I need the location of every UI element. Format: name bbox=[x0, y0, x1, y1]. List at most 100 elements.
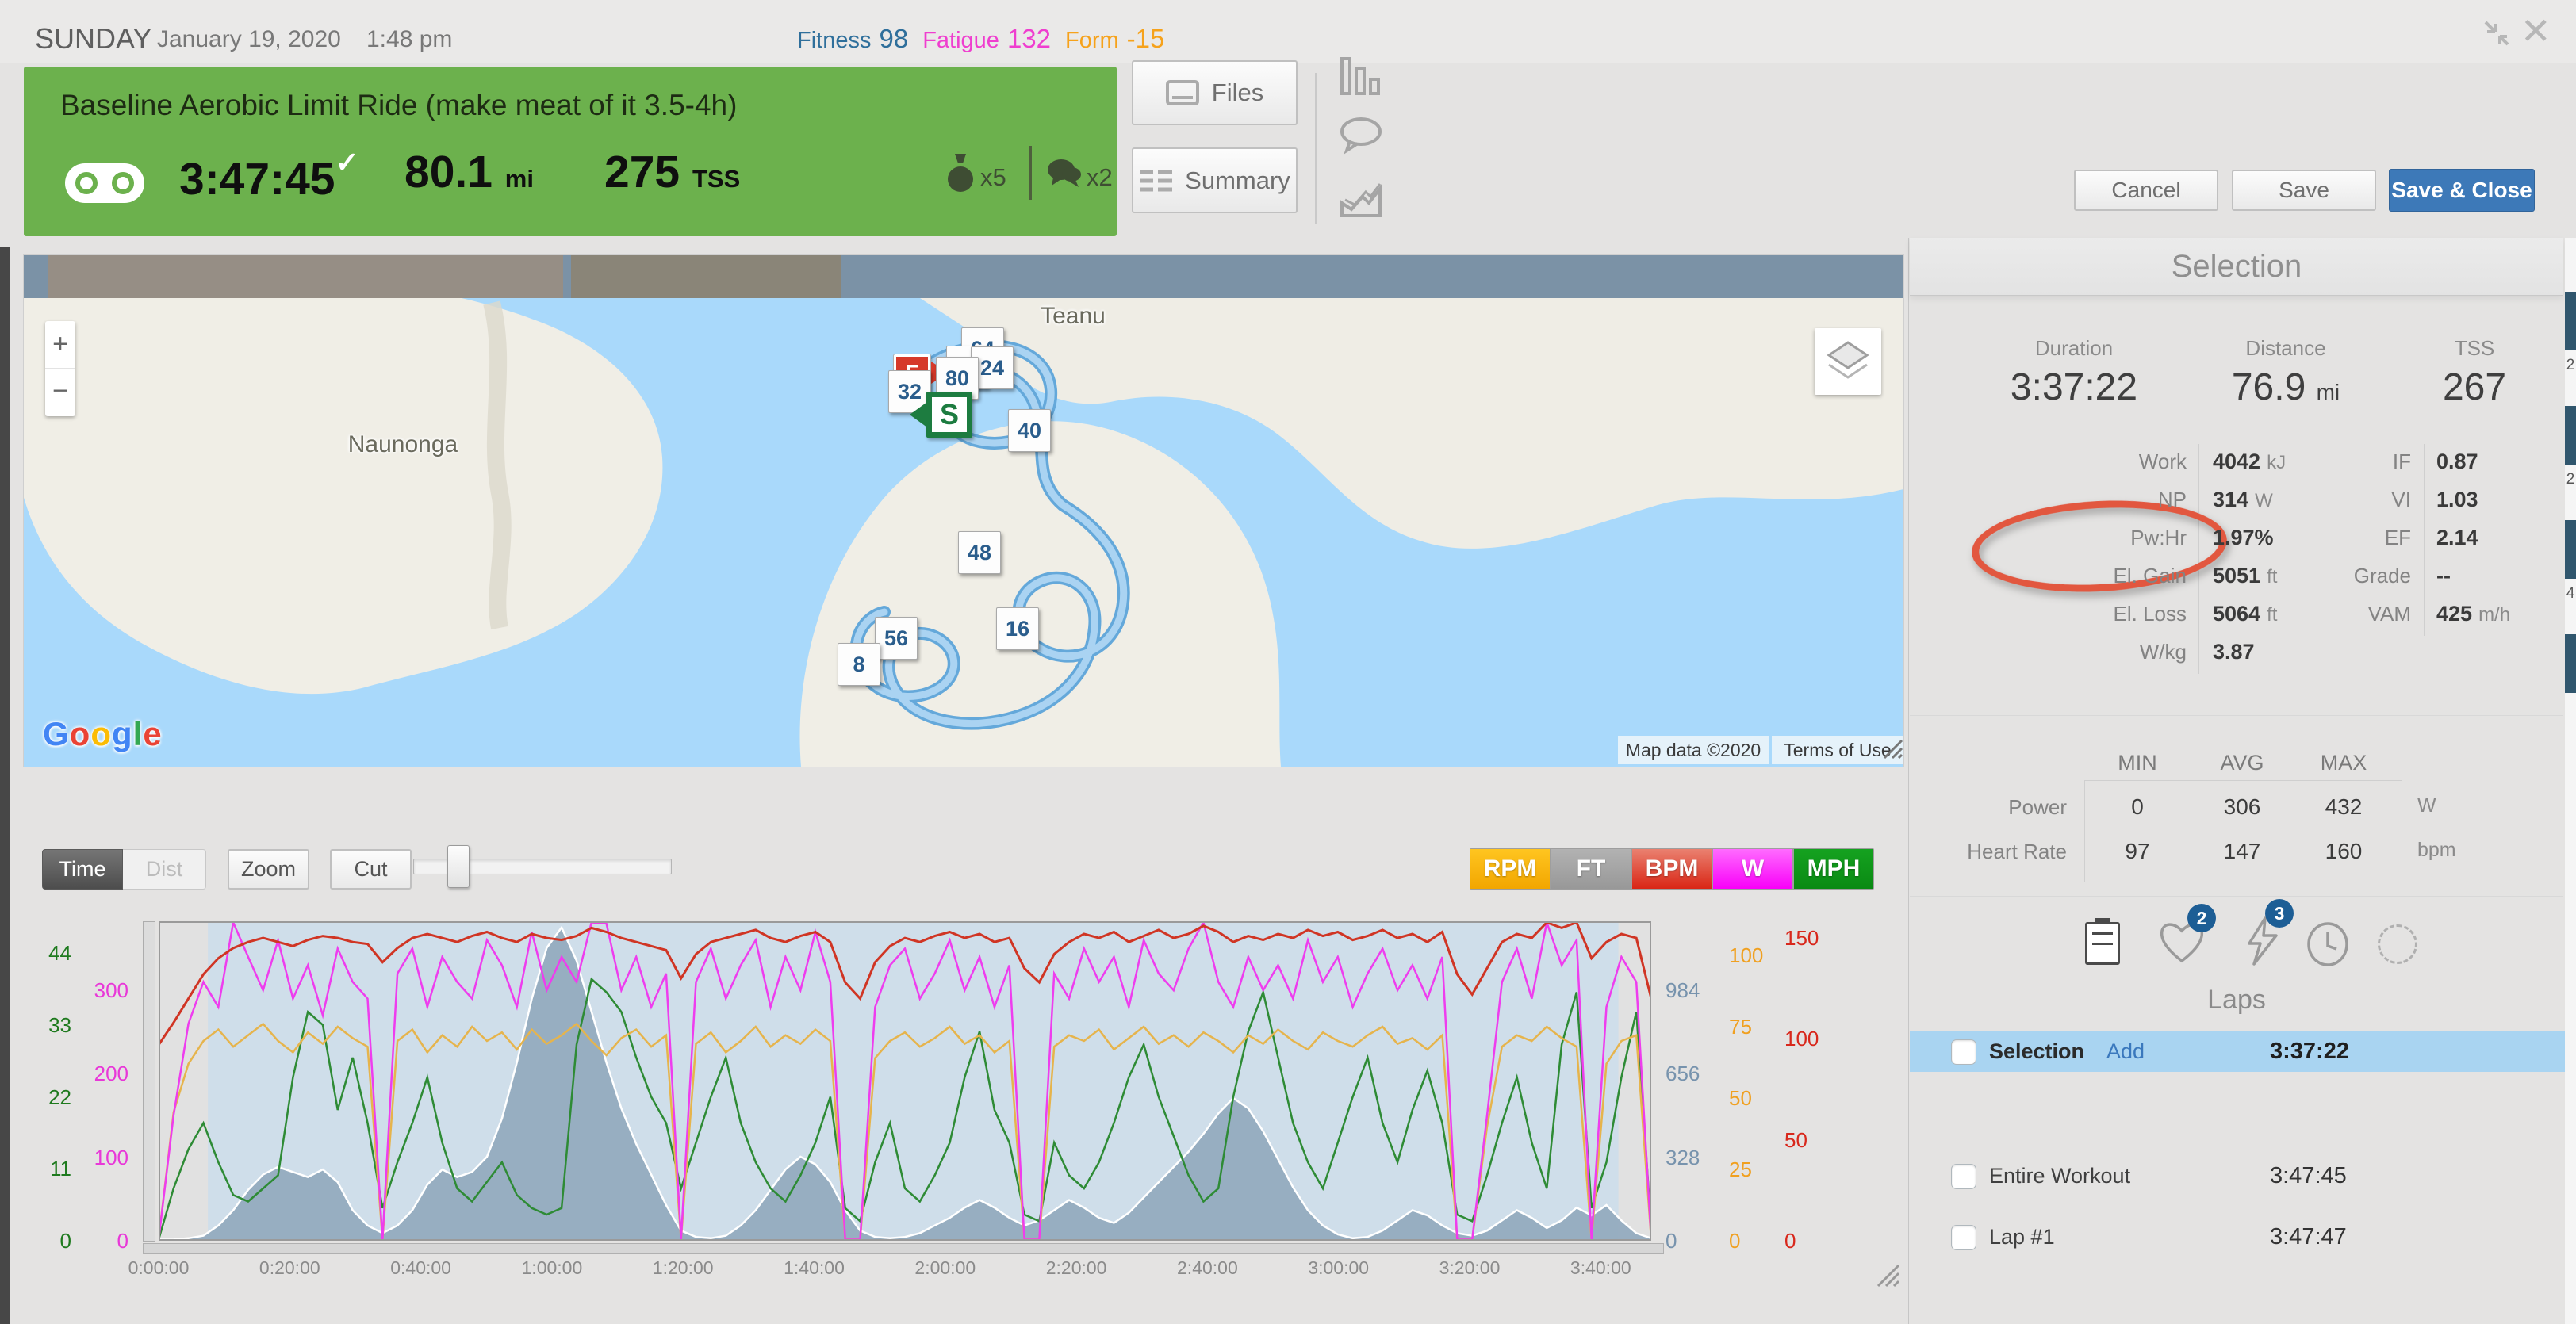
zoom-slider-handle[interactable] bbox=[447, 845, 470, 888]
col-header-avg: AVG bbox=[2198, 748, 2286, 777]
axis-tick-heart_rate_bpm: 0 bbox=[1784, 1228, 1835, 1253]
x-axis-label: 0:20:00 bbox=[238, 1257, 341, 1279]
channel-toggle-w[interactable]: W bbox=[1713, 849, 1792, 889]
x-axis-label: 3:00:00 bbox=[1287, 1257, 1390, 1279]
zoom-button[interactable]: Zoom bbox=[228, 849, 309, 890]
heartrate-avg: 147 bbox=[2198, 837, 2286, 866]
x-axis-label: 3:40:00 bbox=[1549, 1257, 1652, 1279]
entire-workout-checkbox[interactable] bbox=[1951, 1164, 1976, 1189]
time-mode-button[interactable]: Time bbox=[42, 849, 123, 890]
axis-tick-power_w: 0 bbox=[79, 1228, 128, 1253]
summary-icon bbox=[1139, 169, 1174, 193]
x-axis-label: 1:00:00 bbox=[500, 1257, 604, 1279]
channel-toggle-bpm[interactable]: BPM bbox=[1632, 849, 1712, 889]
pace-tab[interactable] bbox=[2305, 921, 2351, 967]
map-start-marker[interactable]: S bbox=[926, 392, 972, 438]
x-axis-label: 3:20:00 bbox=[1418, 1257, 1521, 1279]
banner-tss: 275 TSS bbox=[604, 146, 740, 198]
axis-tick-speed_mph: 33 bbox=[24, 1012, 71, 1038]
map-zoom-control[interactable]: + − bbox=[45, 321, 75, 416]
route-map[interactable]: + − Google Map data ©2020 Terms of Use 6… bbox=[24, 255, 1903, 767]
fatigue-label: Fatigue bbox=[922, 28, 999, 54]
stat-value-elgain: 5051ft bbox=[2213, 560, 2277, 591]
page-time: 1:48 pm bbox=[366, 26, 452, 53]
axis-tick-cadence_rpm: 0 bbox=[1729, 1228, 1777, 1253]
selection-add-link[interactable]: Add bbox=[2106, 1031, 2145, 1072]
save-close-button[interactable]: Save & Close bbox=[2389, 169, 2535, 212]
axis-tick-heart_rate_bpm: 100 bbox=[1784, 1026, 1835, 1051]
heartrate-unit: bpm bbox=[2417, 839, 2456, 862]
toolbar-divider bbox=[1315, 73, 1317, 224]
map-layers-control[interactable] bbox=[1815, 328, 1881, 395]
comment-bubble-icon[interactable] bbox=[1339, 116, 1383, 155]
power-avg: 306 bbox=[2198, 793, 2286, 821]
x-axis-label: 0:40:00 bbox=[370, 1257, 473, 1279]
workout-graph[interactable] bbox=[159, 921, 1651, 1241]
axis-tick-speed_mph: 44 bbox=[24, 940, 71, 966]
heart-badge: 2 bbox=[2187, 904, 2216, 932]
stat-value-work: 4042kJ bbox=[2213, 446, 2286, 477]
files-button[interactable]: Files bbox=[1132, 60, 1298, 125]
channel-toggle-mph[interactable]: MPH bbox=[1794, 849, 1873, 889]
stat-label-ef: EF bbox=[2286, 522, 2411, 553]
summary-button[interactable]: Summary bbox=[1132, 147, 1298, 213]
map-mile-marker-16[interactable]: 16 bbox=[996, 607, 1039, 650]
col-header-min: MIN bbox=[2094, 748, 2181, 777]
area-chart-icon[interactable] bbox=[1339, 176, 1383, 219]
notes-tab[interactable] bbox=[2085, 922, 2120, 965]
map-mile-marker-40[interactable]: 40 bbox=[1008, 409, 1051, 452]
save-button[interactable]: Save bbox=[2232, 170, 2376, 211]
map-mile-marker-56[interactable]: 56 bbox=[875, 617, 918, 660]
selection-row-label: Selection bbox=[1989, 1031, 2084, 1072]
banner-divider bbox=[1029, 146, 1032, 200]
attachments-count: x5 bbox=[980, 163, 1006, 192]
lap-row-entire-workout[interactable]: Entire Workout 3:47:45 bbox=[1910, 1154, 2576, 1197]
x-axis-label: 1:20:00 bbox=[631, 1257, 734, 1279]
power-max: 432 bbox=[2300, 793, 2387, 821]
x-axis-label: 2:00:00 bbox=[894, 1257, 997, 1279]
extra-metric-tab[interactable] bbox=[2378, 924, 2417, 964]
axis-tick-cadence_rpm: 50 bbox=[1729, 1085, 1777, 1111]
stats-right-divider bbox=[2424, 444, 2425, 636]
channel-toggle-rpm[interactable]: RPM bbox=[1470, 849, 1550, 889]
close-icon[interactable]: ✕ bbox=[2520, 10, 2551, 52]
chart-bottom-rail[interactable] bbox=[143, 1243, 1664, 1254]
x-axis-label: 2:40:00 bbox=[1156, 1257, 1259, 1279]
selection-checkbox[interactable] bbox=[1951, 1039, 1976, 1065]
bar-chart-icon[interactable] bbox=[1339, 54, 1383, 98]
map-resize-handle[interactable] bbox=[1883, 739, 1903, 760]
chart-left-rail[interactable] bbox=[143, 921, 155, 1242]
map-zoom-in[interactable]: + bbox=[45, 321, 75, 369]
lap1-checkbox[interactable] bbox=[1951, 1225, 1976, 1250]
axis-tick-speed_mph: 22 bbox=[24, 1085, 71, 1110]
lap-row-1[interactable]: Lap #1 3:47:47 bbox=[1910, 1215, 2576, 1259]
axis-tick-heart_rate_bpm: 150 bbox=[1784, 925, 1835, 951]
stat-label-elloss: El. Loss bbox=[1951, 598, 2187, 629]
page-resize-handle[interactable] bbox=[1875, 1262, 1900, 1288]
cancel-button[interactable]: Cancel bbox=[2074, 170, 2218, 211]
stat-label-vi: VI bbox=[2286, 484, 2411, 515]
dist-mode-button[interactable]: Dist bbox=[123, 849, 206, 890]
summary-duration: Duration 3:37:22 bbox=[1987, 336, 2161, 409]
comments-count: x2 bbox=[1087, 163, 1113, 192]
workout-banner[interactable]: Baseline Aerobic Limit Ride (make meat o… bbox=[24, 67, 1117, 236]
stat-label-work: Work bbox=[1951, 446, 2187, 477]
map-zoom-out[interactable]: − bbox=[45, 369, 75, 416]
comments-icon[interactable] bbox=[1045, 155, 1082, 190]
map-mile-marker-48[interactable]: 48 bbox=[958, 531, 1001, 574]
axis-tick-power_w: 300 bbox=[79, 978, 128, 1003]
lap-row-selection[interactable]: Selection Add 3:37:22 bbox=[1910, 1031, 2576, 1072]
attachments-icon[interactable] bbox=[945, 152, 976, 195]
axis-tick-power_w: 200 bbox=[79, 1061, 128, 1086]
summary-label: Summary bbox=[1185, 166, 1290, 195]
cut-button[interactable]: Cut bbox=[330, 849, 412, 890]
google-logo[interactable]: Google bbox=[43, 715, 163, 753]
collapse-icon[interactable] bbox=[2481, 17, 2513, 49]
heartrate-row-label: Heart Rate bbox=[1910, 836, 2067, 867]
map-ridge bbox=[492, 303, 503, 628]
axis-tick-cadence_rpm: 75 bbox=[1729, 1014, 1777, 1039]
stat-label-grade: Grade bbox=[2286, 560, 2411, 591]
channel-toggle-ft[interactable]: FT bbox=[1551, 849, 1631, 889]
map-mile-marker-8[interactable]: 8 bbox=[838, 643, 880, 686]
power-min: 0 bbox=[2094, 793, 2181, 821]
